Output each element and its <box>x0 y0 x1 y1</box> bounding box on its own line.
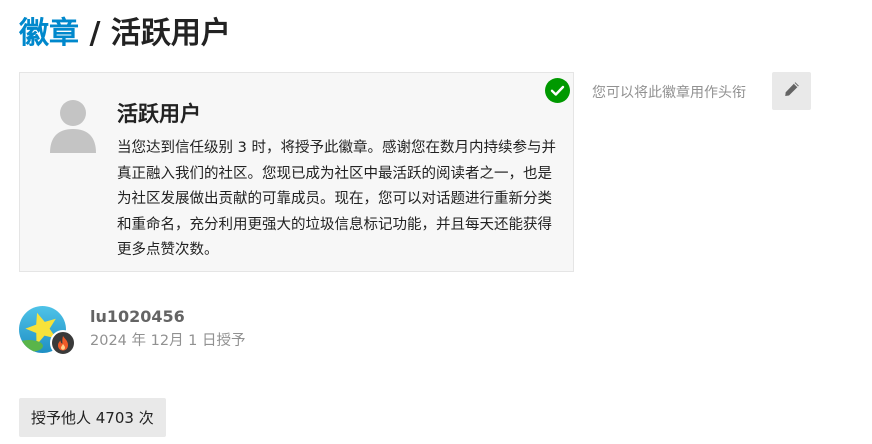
page-title: 徽章 / 活跃用户 <box>19 14 231 54</box>
pencil-icon <box>783 80 801 102</box>
breadcrumb-badges-link[interactable]: 徽章 <box>19 16 79 51</box>
badge-description: 当您达到信任级别 3 时，将授予此徽章。感谢您在数月内持续参与并真正融入我们的社… <box>117 140 556 258</box>
badge-name: 活跃用户 <box>117 102 201 126</box>
breadcrumb-separator: / <box>79 16 111 51</box>
use-as-title-hint: 您可以将此徽章用作头衔 <box>592 85 746 101</box>
user-icon <box>48 97 98 155</box>
badge-card: 活跃用户 当您达到信任级别 3 时，将授予此徽章。感谢您在数月内持续参与并真正融… <box>19 72 574 272</box>
granted-count-button[interactable]: 授予他人 4703 次 <box>19 398 166 437</box>
edit-title-button[interactable] <box>772 72 811 110</box>
grant-username[interactable]: lu1020456 <box>90 306 185 328</box>
check-circle-icon <box>545 78 570 103</box>
grant-date: 2024 年 12月 1 日授予 <box>90 333 246 349</box>
fire-icon <box>50 330 76 356</box>
breadcrumb-current: 活跃用户 <box>110 16 231 51</box>
